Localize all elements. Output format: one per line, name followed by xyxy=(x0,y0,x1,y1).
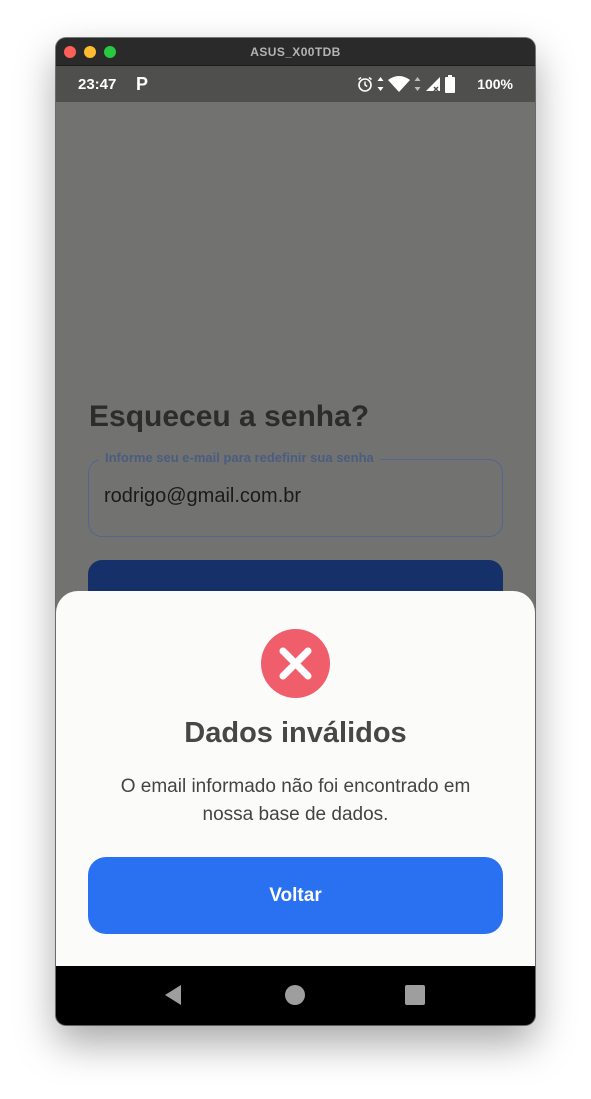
window-title: ASUS_X00TDB xyxy=(250,45,341,59)
back-button[interactable]: Voltar xyxy=(88,857,503,934)
status-bar: 23:47 P 100% xyxy=(56,66,535,102)
recents-icon[interactable] xyxy=(402,982,428,1008)
error-x-icon xyxy=(261,629,330,698)
signal-icon xyxy=(426,77,440,92)
wifi-icon xyxy=(388,76,410,92)
dialog-title: Dados inválidos xyxy=(184,717,407,749)
email-field-value: rodrigo@gmail.com.br xyxy=(104,485,302,507)
battery-icon xyxy=(445,75,455,93)
data-arrows-icon xyxy=(414,77,421,91)
back-icon[interactable] xyxy=(160,982,186,1008)
dialog-message: O email informado não foi encontrado em … xyxy=(120,776,471,825)
alarm-icon xyxy=(358,76,372,92)
home-icon[interactable] xyxy=(282,982,308,1008)
status-icons xyxy=(357,75,455,93)
email-field[interactable]: Informe seu e-mail para redefinir sua se… xyxy=(88,450,503,537)
app-notification-icon: P xyxy=(136,74,149,94)
phone-screen: 23:47 P 100% Esqueceu a senha? Informe s… xyxy=(56,66,535,1025)
error-bottom-sheet: Dados inválidos O email informado não fo… xyxy=(56,591,535,966)
page-title: Esqueceu a senha? xyxy=(89,400,370,433)
emulator-window: ASUS_X00TDB 23:47 P 100% Esqueceu a senh… xyxy=(56,38,535,1025)
navigation-bar xyxy=(56,966,535,1025)
status-time: 23:47 xyxy=(78,76,117,93)
battery-percent: 100% xyxy=(477,76,513,92)
window-titlebar: ASUS_X00TDB xyxy=(56,38,535,66)
data-arrows-icon xyxy=(377,77,384,91)
email-field-label: Informe seu e-mail para redefinir sua se… xyxy=(99,450,380,465)
